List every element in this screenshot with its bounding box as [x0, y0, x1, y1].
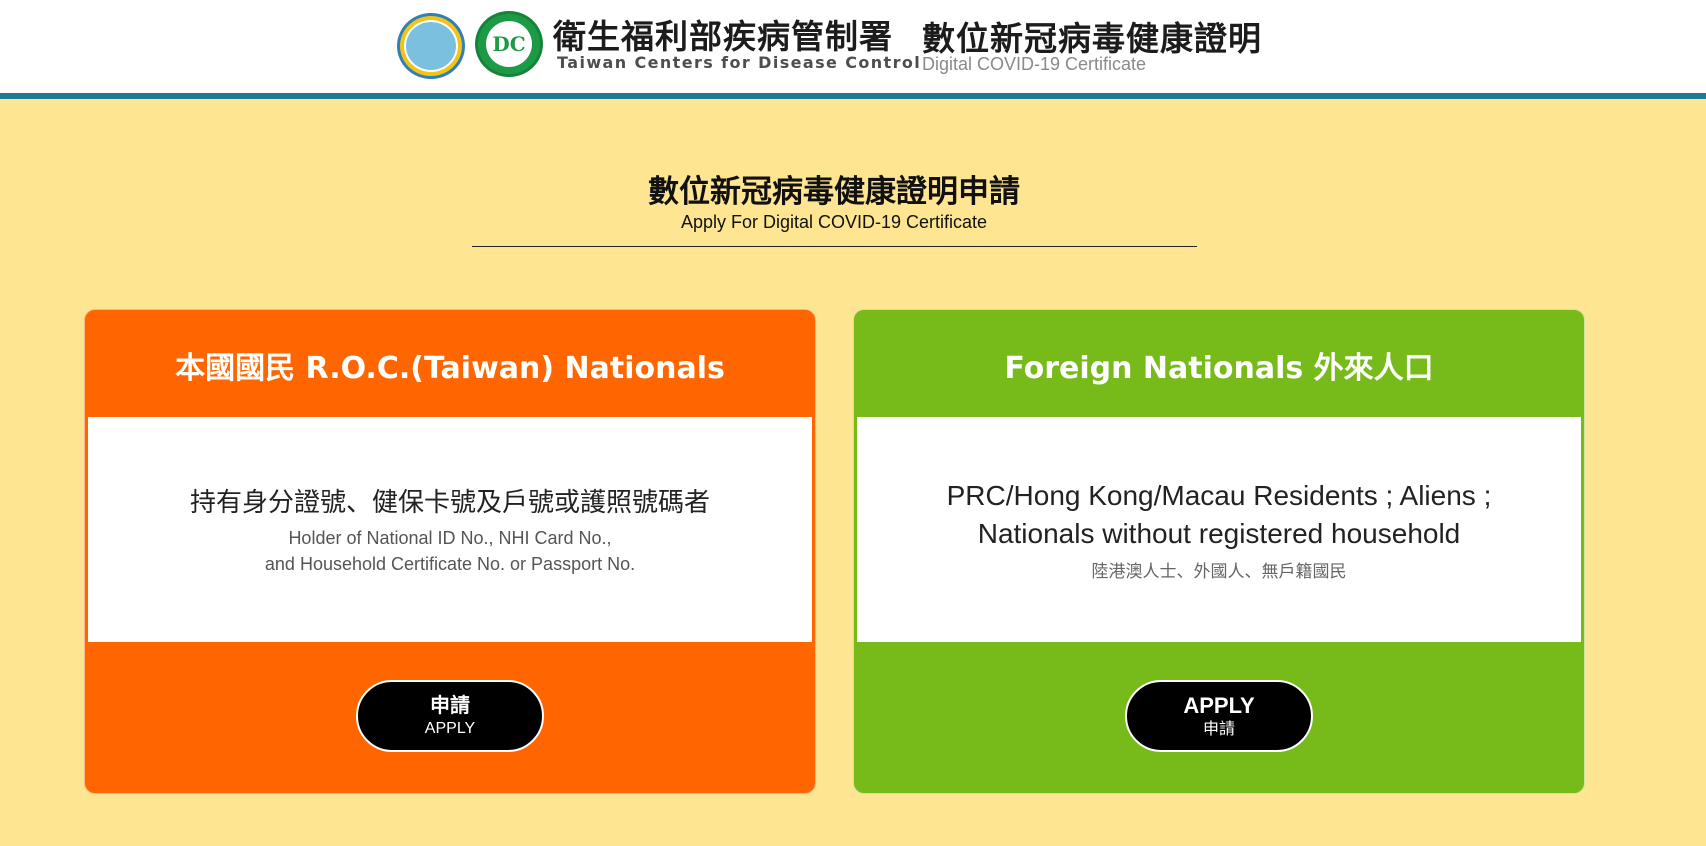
card-heading: 本國國民 R.O.C.(Taiwan) Nationals — [175, 351, 725, 386]
card-footer: APPLY 申請 — [857, 642, 1581, 790]
card-roc-nationals: 本國國民 R.O.C.(Taiwan) Nationals 持有身分證號、健保卡… — [85, 310, 815, 793]
card-heading: Foreign Nationals 外來人口 — [1004, 351, 1434, 386]
site-header: DC 衛生福利部疾病管制署 Taiwan Centers for Disease… — [0, 0, 1706, 99]
description-main: 持有身分證號、健保卡號及戶號或護照號碼者 — [189, 488, 710, 518]
card-description: 持有身分證號、健保卡號及戶號或護照號碼者 Holder of National … — [88, 417, 812, 642]
apply-button-label-primary: APPLY — [1183, 693, 1255, 719]
description-sub-line2: and Household Certificate No. or Passpor… — [264, 554, 636, 574]
description-sub: 陸港澳人士、外國人、無戶籍國民 — [1091, 562, 1347, 582]
apply-button-roc-nationals[interactable]: 申請 APPLY — [356, 680, 544, 752]
site-title-zh: 數位新冠病毒健康證明 — [922, 19, 1262, 58]
mohw-emblem-inner — [404, 20, 458, 72]
page-title: 數位新冠病毒健康證明申請 — [648, 174, 1020, 210]
description-sub-line1: Holder of National ID No., NHI Card No., — [288, 528, 612, 548]
card-footer: 申請 APPLY — [88, 642, 812, 790]
card-description: PRC/Hong Kong/Macau Residents ; Aliens ;… — [857, 417, 1581, 642]
cdc-logo-glyph: DC — [486, 21, 532, 67]
title-divider — [472, 246, 1197, 247]
agency-name-zh[interactable]: 衛生福利部疾病管制署 — [553, 10, 893, 58]
apply-button-label-primary: 申請 — [430, 694, 470, 717]
page-subtitle: Apply For Digital COVID-19 Certificate — [680, 212, 988, 232]
taiwan-cdc-logo-icon[interactable]: DC — [475, 11, 543, 77]
apply-button-foreign-nationals[interactable]: APPLY 申請 — [1125, 680, 1313, 752]
site-title-en: Digital COVID-19 Certificate — [922, 54, 1147, 74]
card-foreign-nationals: Foreign Nationals 外來人口 PRC/Hong Kong/Mac… — [854, 310, 1584, 793]
apply-button-label-secondary: APPLY — [424, 719, 476, 737]
description-main-line2: Nationals without registered household — [977, 518, 1461, 549]
apply-button-label-secondary: 申請 — [1202, 720, 1235, 738]
mohw-emblem-icon[interactable] — [397, 13, 465, 79]
description-main-line1: PRC/Hong Kong/Macau Residents ; Aliens ; — [946, 480, 1492, 511]
agency-name-en[interactable]: Taiwan Centers for Disease Control — [557, 53, 921, 72]
